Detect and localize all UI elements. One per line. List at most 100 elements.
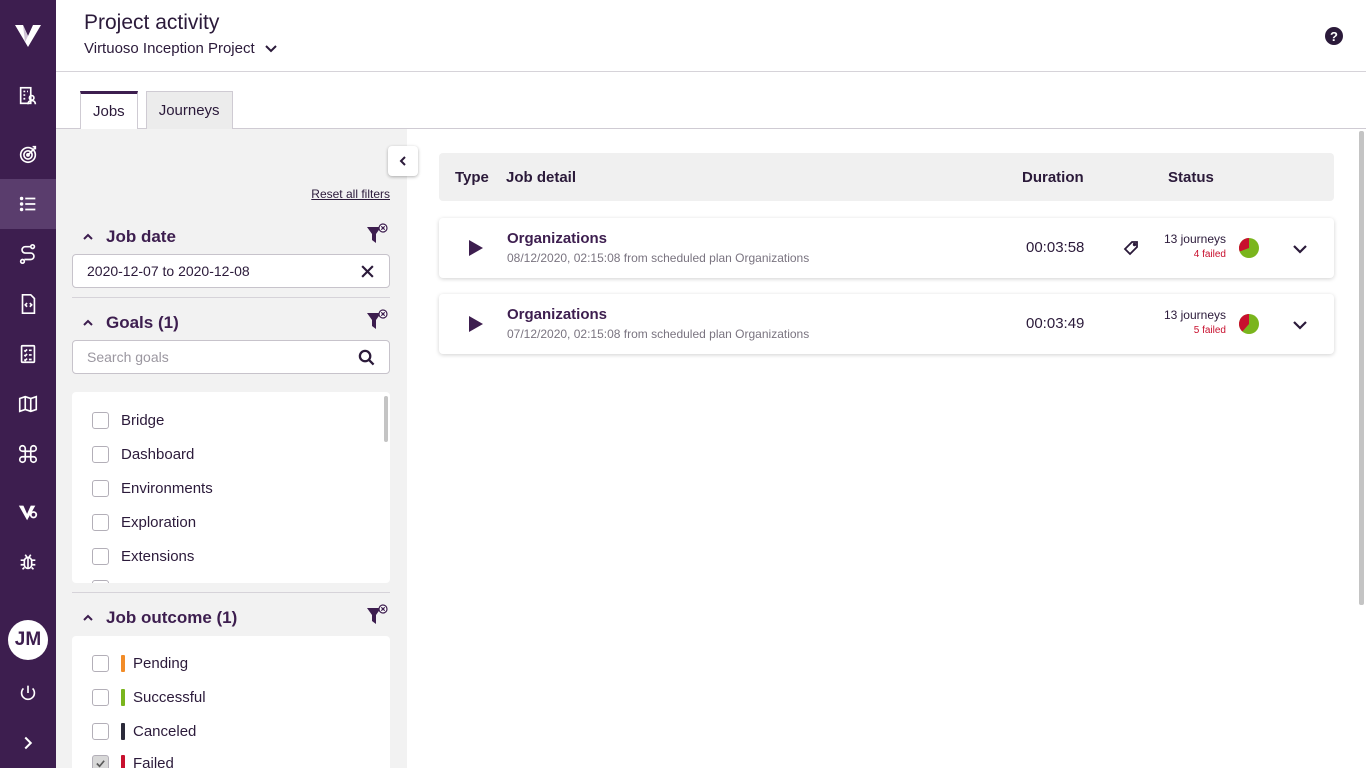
- job-outcome-title: Job outcome (1): [106, 608, 238, 627]
- divider: [72, 297, 390, 298]
- job-date-section-toggle[interactable]: Job date: [82, 227, 176, 247]
- goals-target-icon[interactable]: [0, 129, 56, 179]
- journey-count: 13 journeys: [1163, 232, 1226, 246]
- job-date-field[interactable]: 2020-12-07 to 2020-12-08: [72, 254, 390, 288]
- journey-path-icon[interactable]: [0, 229, 56, 279]
- code-file-icon[interactable]: [0, 279, 56, 329]
- job-outcome-list: Pending Successful Canceled Failed: [72, 636, 390, 768]
- avatar[interactable]: JM: [8, 620, 48, 660]
- chevron-down-icon[interactable]: [1291, 316, 1309, 334]
- goal-item[interactable]: Bridge: [92, 412, 164, 429]
- goals-title: Goals (1): [106, 313, 179, 332]
- sidebar: JM: [0, 0, 56, 768]
- checklist-icon[interactable]: [0, 329, 56, 379]
- col-status: Status: [1168, 169, 1214, 186]
- outcome-label: Failed: [133, 755, 174, 768]
- status-pie-chart: [1239, 314, 1259, 334]
- checkbox[interactable]: [92, 514, 109, 531]
- checkbox[interactable]: [92, 723, 109, 740]
- checkbox[interactable]: [92, 446, 109, 463]
- goal-item-partial[interactable]: [92, 580, 109, 583]
- goal-label: Dashboard: [121, 446, 195, 463]
- goal-item[interactable]: Dashboard: [92, 446, 194, 463]
- failed-color-bar: [121, 755, 125, 768]
- failed-count: 4 failed: [1193, 249, 1226, 260]
- expand-sidebar-icon[interactable]: [0, 718, 56, 768]
- activity-list-icon[interactable]: [0, 179, 56, 229]
- project-name: Virtuoso Inception Project: [84, 40, 255, 57]
- goal-label: Environments: [121, 480, 213, 497]
- outcome-item-failed[interactable]: Failed: [92, 755, 174, 768]
- chevron-down-icon[interactable]: [1291, 240, 1309, 258]
- organization-user-icon[interactable]: [0, 71, 56, 121]
- map-icon[interactable]: [0, 379, 56, 429]
- tab-journeys[interactable]: Journeys: [145, 91, 233, 129]
- filter-panel: Reset all filters Job date 2020-12-07 to…: [56, 129, 407, 768]
- col-duration: Duration: [1022, 169, 1084, 186]
- outcome-label: Canceled: [133, 723, 197, 740]
- goals-search-field[interactable]: [72, 340, 390, 374]
- power-icon[interactable]: [0, 668, 56, 718]
- job-outcome-section-toggle[interactable]: Job outcome (1): [82, 608, 237, 628]
- jobs-table-header: Type Job detail Duration Status: [439, 153, 1334, 201]
- outcome-item-canceled[interactable]: Canceled: [92, 723, 196, 740]
- col-job-detail: Job detail: [506, 169, 577, 186]
- goals-scrollbar[interactable]: [384, 396, 388, 442]
- tag-icon[interactable]: [1122, 239, 1140, 257]
- main-scrollbar[interactable]: [1359, 131, 1364, 605]
- chevron-up-icon: [83, 233, 93, 240]
- job-name[interactable]: Organizations: [507, 230, 607, 247]
- chevron-up-icon: [83, 319, 93, 326]
- journey-summary: 13 journeys 4 failed: [1164, 232, 1226, 260]
- checkbox[interactable]: [92, 689, 109, 706]
- close-icon[interactable]: [360, 264, 375, 279]
- job-name[interactable]: Organizations: [507, 306, 607, 323]
- checkbox[interactable]: [92, 655, 109, 672]
- page-header: Project activity Virtuoso Inception Proj…: [56, 0, 1366, 72]
- clear-filter-icon[interactable]: [365, 223, 389, 247]
- page-title: Project activity: [84, 11, 220, 34]
- checkbox[interactable]: [92, 548, 109, 565]
- failed-count: 5 failed: [1193, 325, 1226, 336]
- job-row[interactable]: Organizations 08/12/2020, 02:15:08 from …: [439, 218, 1334, 278]
- search-goals-input[interactable]: [87, 349, 375, 365]
- chevron-down-icon: [264, 44, 277, 52]
- job-row[interactable]: Organizations 07/12/2020, 02:15:08 from …: [439, 294, 1334, 354]
- goal-item[interactable]: Exploration: [92, 514, 196, 531]
- checkbox-checked[interactable]: [92, 755, 109, 768]
- outcome-item-pending[interactable]: Pending: [92, 655, 188, 672]
- goal-item[interactable]: Extensions: [92, 548, 194, 565]
- bug-icon[interactable]: [0, 537, 56, 587]
- virtuoso-logo-icon[interactable]: [0, 10, 56, 62]
- project-selector[interactable]: Virtuoso Inception Project: [84, 40, 279, 57]
- checkbox[interactable]: [92, 412, 109, 429]
- goal-label: Bridge: [121, 412, 165, 429]
- virtuoso-settings-icon[interactable]: [0, 487, 56, 537]
- clear-filter-icon[interactable]: [365, 604, 389, 628]
- checkbox[interactable]: [92, 480, 109, 497]
- help-icon[interactable]: ?: [1325, 27, 1343, 45]
- reset-filters-link[interactable]: Reset all filters: [311, 187, 390, 201]
- clear-filter-icon[interactable]: [365, 309, 389, 333]
- job-duration: 00:03:58: [1026, 239, 1085, 256]
- tab-jobs[interactable]: Jobs: [80, 91, 138, 129]
- collapse-filters-button[interactable]: [388, 146, 418, 176]
- play-icon[interactable]: [467, 314, 485, 334]
- journey-count: 13 journeys: [1163, 308, 1226, 322]
- journey-summary: 13 journeys 5 failed: [1164, 308, 1226, 336]
- canceled-color-bar: [121, 723, 125, 740]
- job-date-title: Job date: [106, 227, 176, 246]
- checkbox[interactable]: [92, 580, 109, 583]
- chevron-left-icon: [399, 156, 406, 166]
- goal-item[interactable]: Environments: [92, 480, 213, 497]
- search-icon[interactable]: [358, 349, 375, 366]
- command-icon[interactable]: [0, 429, 56, 479]
- tab-bar: Jobs Journeys: [80, 91, 233, 129]
- job-subtitle: 07/12/2020, 02:15:08 from scheduled plan…: [507, 327, 810, 341]
- goals-section-toggle[interactable]: Goals (1): [82, 313, 179, 333]
- job-date-value: 2020-12-07 to 2020-12-08: [87, 263, 250, 279]
- outcome-item-successful[interactable]: Successful: [92, 689, 206, 706]
- pending-color-bar: [121, 655, 125, 672]
- play-icon[interactable]: [467, 238, 485, 258]
- job-subtitle: 08/12/2020, 02:15:08 from scheduled plan…: [507, 251, 810, 265]
